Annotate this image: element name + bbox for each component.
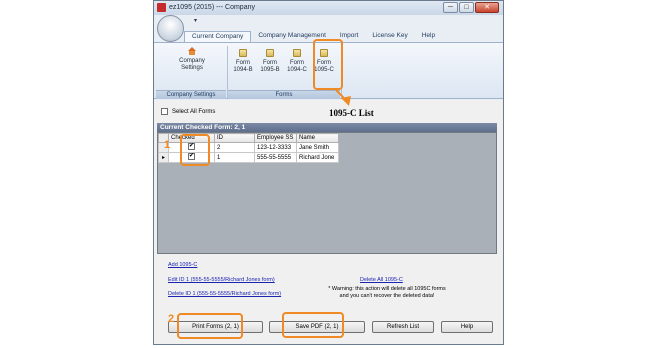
annotation-number-2: 2: [168, 313, 175, 325]
annotation-caption: 1095-C List: [329, 108, 374, 118]
annotation-number-1: 1: [164, 139, 171, 151]
annotation-box-checked-column: [180, 134, 210, 166]
annotation-box-save-pdf: [282, 312, 344, 338]
annotation-arrow: [335, 89, 351, 106]
annotation-box-print-forms: [177, 313, 243, 339]
